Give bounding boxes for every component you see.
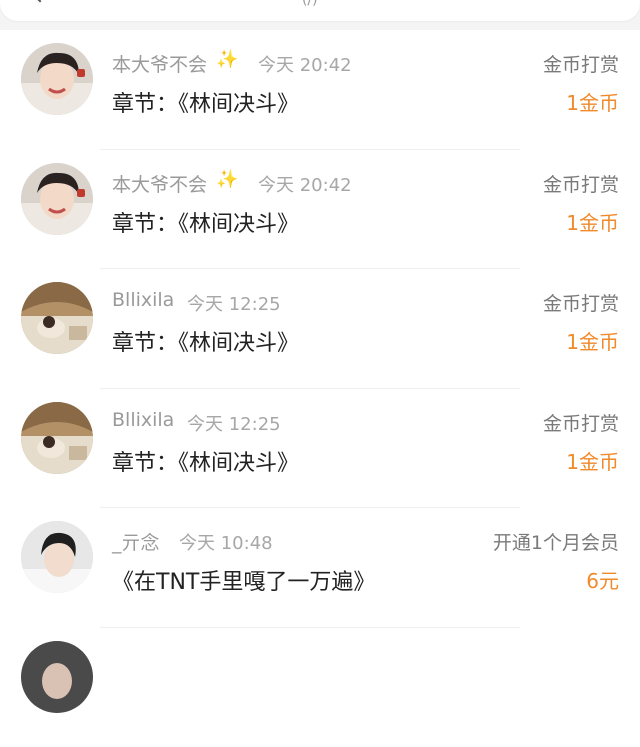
list-item[interactable]: 本大爷不会 ✨ 今天 20:42 章节：《林间决斗》 金币打赏 1金币 [0,150,640,270]
reward-type: 金币打赏 [543,170,619,197]
reward-type: 金币打赏 [543,409,619,436]
username[interactable]: _亓念 [112,528,160,555]
username[interactable]: Bllixila [112,289,174,311]
header-center-glyph: (/) [302,0,318,8]
reward-amount: 1金币 [566,87,619,116]
avatar[interactable] [21,521,93,593]
avatar[interactable] [21,282,93,354]
reward-type: 金币打赏 [543,50,619,77]
sparkle-icon: ✨ [216,49,238,70]
reward-amount: 1金币 [566,207,619,236]
reward-amount: 1金币 [566,326,619,355]
username[interactable]: Bllixila [112,409,174,431]
reward-content[interactable]: 章节：《林间决斗》 [112,325,299,357]
avatar[interactable] [21,641,93,713]
timestamp: 今天 20:42 [258,51,352,77]
reward-type: 开通1个月会员 [493,528,619,555]
reward-list: 本大爷不会 ✨ 今天 20:42 章节：《林间决斗》 金币打赏 1金币 本大爷不… [0,30,640,747]
avatar[interactable] [21,163,93,235]
list-item[interactable]: _亓念 今天 10:48 《在TNT手里嘎了一万遍》 开通1个月会员 6元 [0,508,640,628]
username[interactable]: 本大爷不会 [112,170,207,197]
timestamp: 今天 10:48 [179,529,273,555]
reward-type: 金币打赏 [543,289,619,316]
reward-content[interactable]: 章节：《林间决斗》 [112,86,299,118]
sparkle-icon: ✨ [216,169,238,190]
list-item[interactable] [0,628,640,747]
timestamp: 今天 20:42 [258,171,352,197]
timestamp: 今天 12:25 [187,410,281,436]
list-item[interactable]: Bllixila 今天 12:25 章节：《林间决斗》 金币打赏 1金币 [0,269,640,389]
top-bar: (/) [0,0,640,21]
reward-amount: 1金币 [566,446,619,475]
reward-amount: 6元 [586,565,619,594]
timestamp: 今天 12:25 [187,290,281,316]
avatar[interactable] [21,43,93,115]
list-item[interactable]: Bllixila 今天 12:25 章节：《林间决斗》 金币打赏 1金币 [0,389,640,509]
chevron-left-icon[interactable] [32,0,49,2]
reward-content[interactable]: 《在TNT手里嘎了一万遍》 [112,564,375,596]
list-item[interactable]: 本大爷不会 ✨ 今天 20:42 章节：《林间决斗》 金币打赏 1金币 [0,30,640,150]
avatar[interactable] [21,402,93,474]
reward-content[interactable]: 章节：《林间决斗》 [112,445,299,477]
reward-content[interactable]: 章节：《林间决斗》 [112,206,299,238]
username[interactable]: 本大爷不会 [112,50,207,77]
